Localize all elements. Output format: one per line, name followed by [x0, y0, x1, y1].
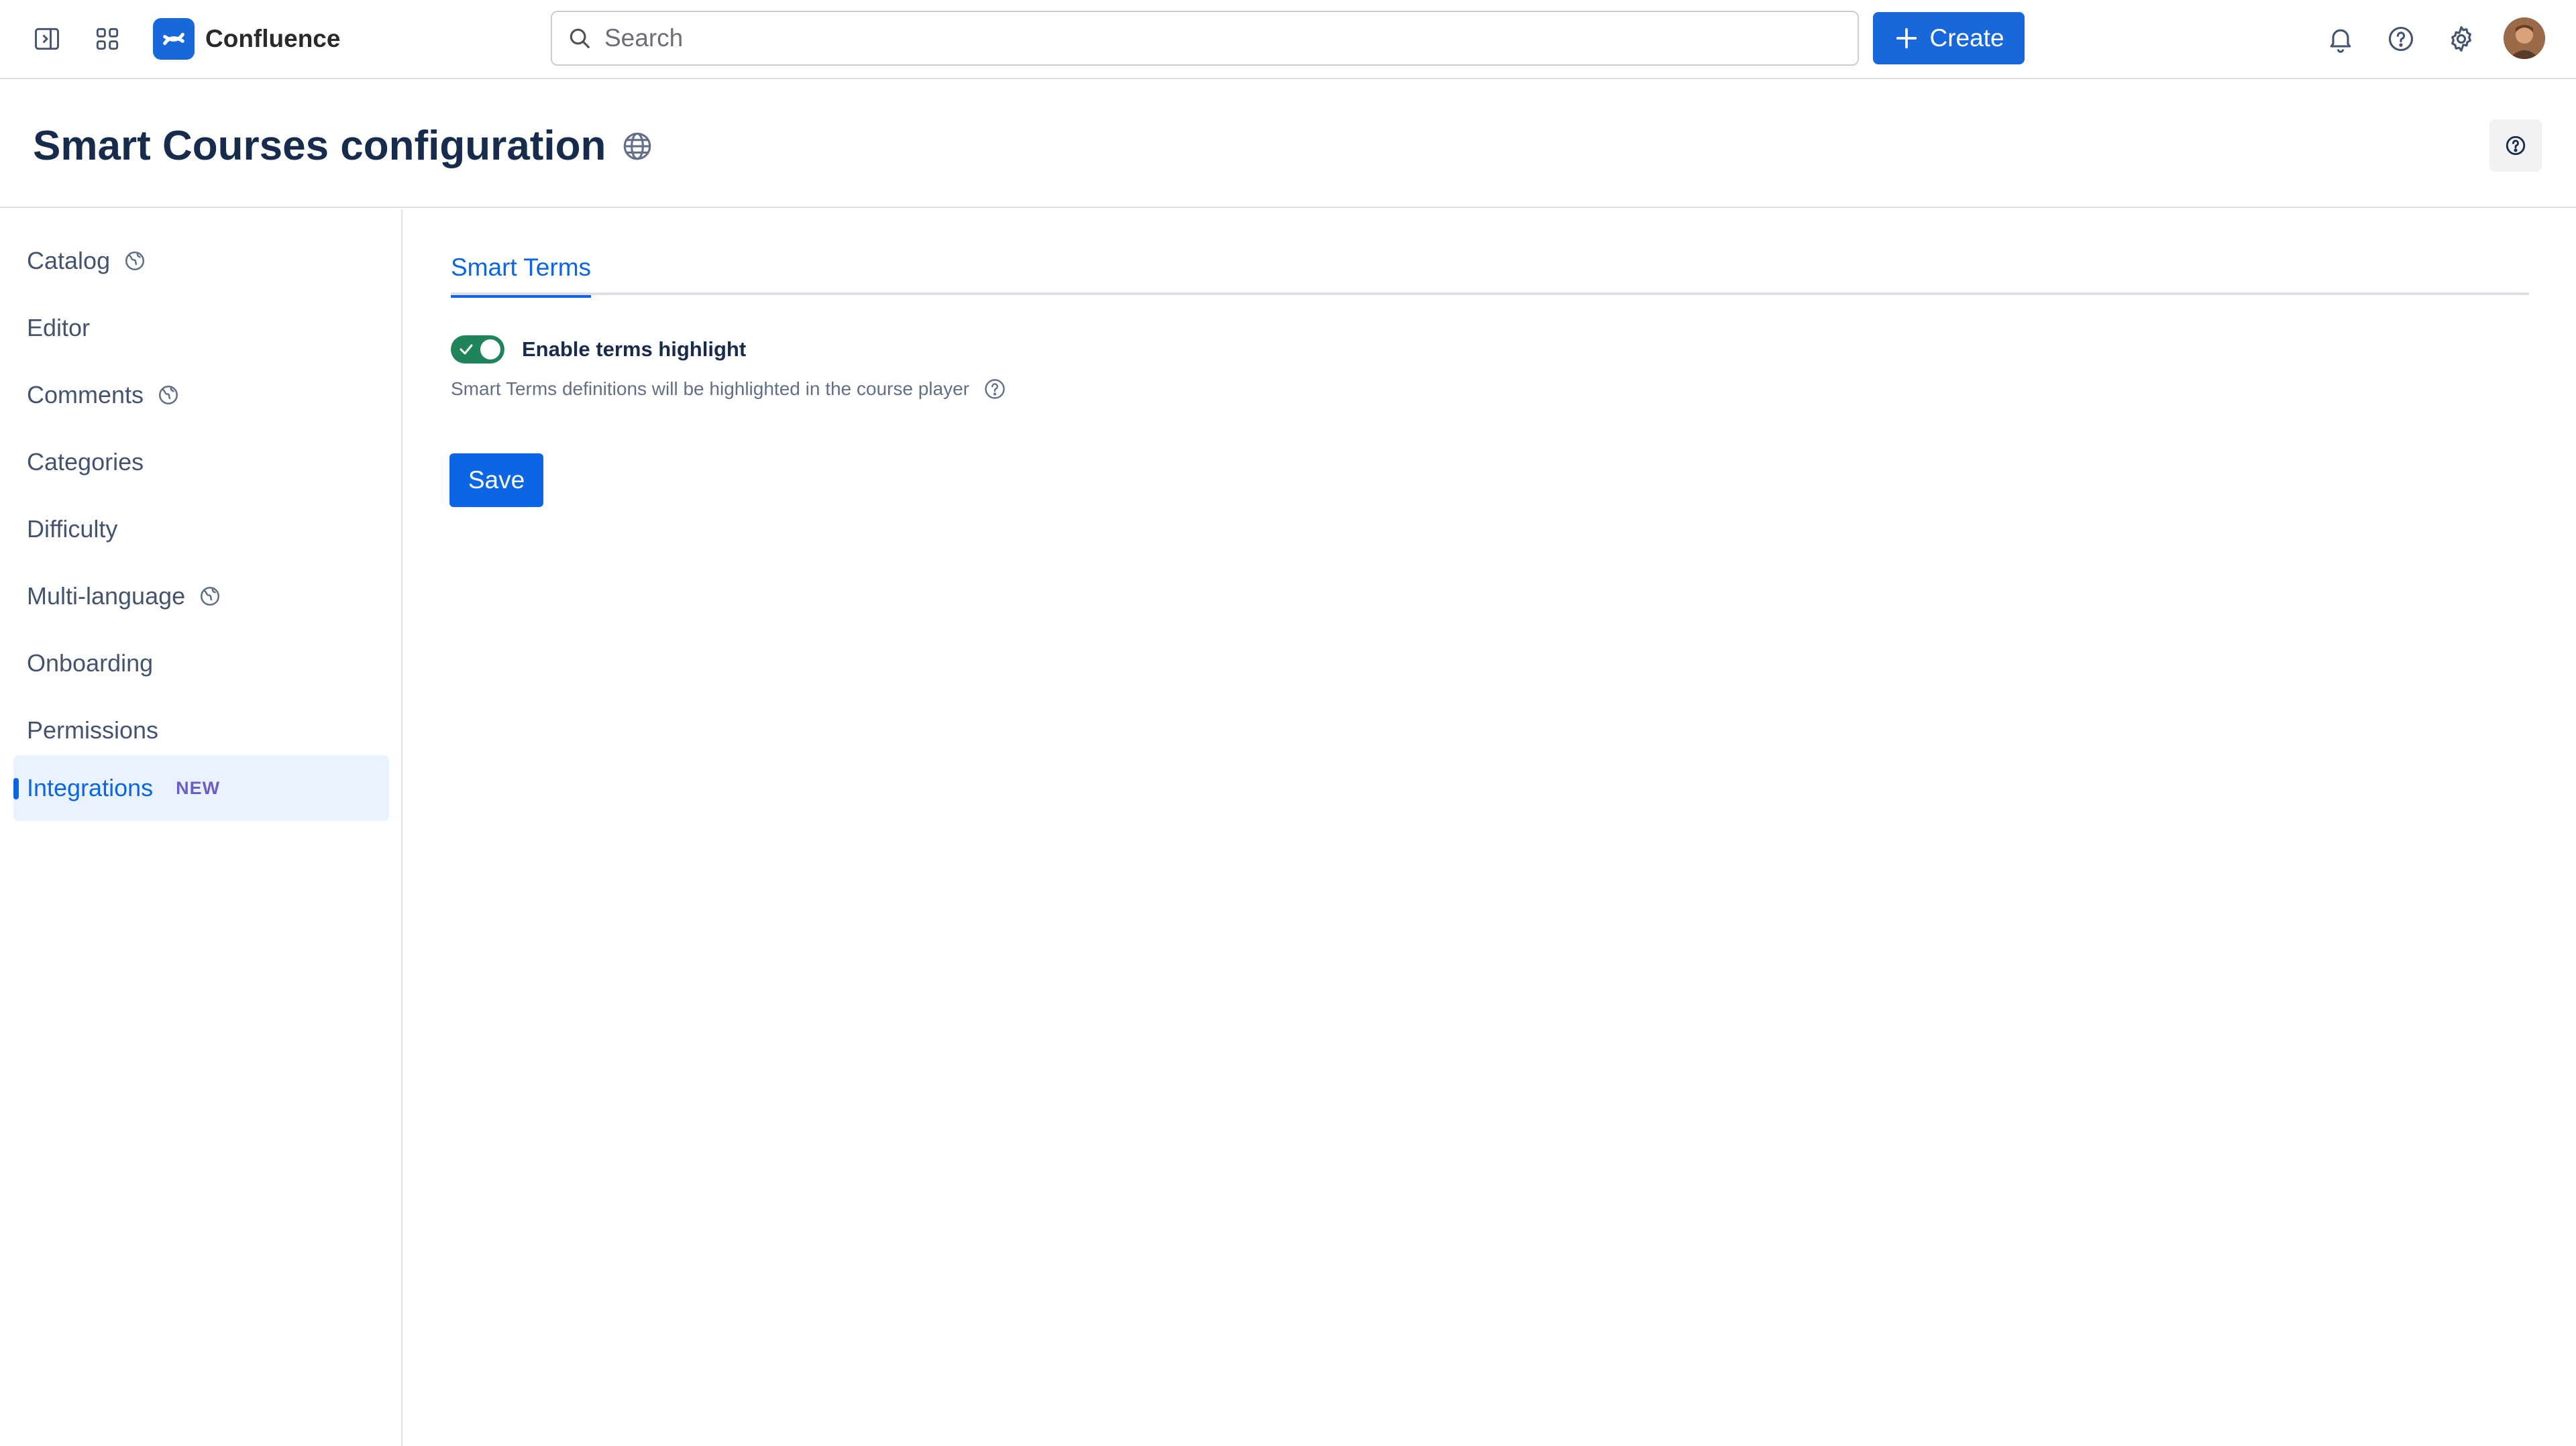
sidebar-item-integrations[interactable]: Integrations NEW [13, 755, 389, 821]
page-title: Smart Courses configuration [33, 122, 654, 170]
sidebar-item-label: Editor [27, 314, 91, 341]
plus-icon [1896, 27, 1917, 49]
sidebar-item-label: Multi-language [27, 582, 186, 610]
toggle-knob [480, 339, 500, 359]
sidebar-item-comments[interactable]: Comments [13, 362, 389, 428]
brand-home-link[interactable]: Confluence [153, 18, 340, 60]
sidebar-item-onboarding[interactable]: Onboarding [13, 630, 389, 696]
settings-sidebar: Catalog Editor Comments Categories Diffi… [0, 209, 402, 1446]
globe-icon [624, 132, 651, 160]
sidebar-toggle-icon [35, 27, 59, 50]
settings-button[interactable] [2438, 15, 2485, 62]
sidebar-item-label: Onboarding [27, 649, 154, 677]
globe-icon [201, 586, 220, 606]
app-switcher-icon [96, 27, 119, 50]
new-badge: NEW [176, 777, 221, 798]
page-header: Smart Courses configuration [0, 80, 2576, 208]
terms-highlight-setting: Enable terms highlight [451, 335, 746, 364]
gear-icon [2451, 26, 2471, 52]
create-button-label: Create [1929, 24, 2004, 52]
notifications-button[interactable] [2317, 15, 2364, 62]
search-input[interactable] [604, 24, 1745, 52]
search-box[interactable] [551, 11, 1859, 66]
sidebar-item-catalog[interactable]: Catalog [13, 228, 389, 294]
search-icon [570, 28, 590, 49]
help-icon [2388, 26, 2414, 52]
sidebar-item-label: Permissions [27, 716, 159, 744]
sidebar-item-label: Categories [27, 448, 144, 476]
avatar-image [2504, 17, 2545, 59]
create-button[interactable]: Create [1873, 12, 2025, 64]
sidebar-toggle-button[interactable] [23, 15, 70, 62]
page-title-text: Smart Courses configuration [33, 123, 606, 169]
sidebar-item-permissions[interactable]: Permissions [13, 698, 389, 763]
brand-name: Confluence [205, 25, 341, 52]
sidebar-item-categories[interactable]: Categories [13, 429, 389, 495]
check-icon [460, 344, 473, 355]
globe-icon [159, 385, 178, 405]
app-switcher-button[interactable] [84, 15, 131, 62]
description-text: Smart Terms definitions will be highligh… [451, 378, 969, 399]
confluence-logo-icon [153, 18, 195, 60]
help-icon[interactable] [983, 377, 1007, 401]
page-help-button[interactable] [2489, 119, 2542, 172]
help-button[interactable] [2377, 15, 2424, 62]
sidebar-item-label: Comments [27, 381, 144, 408]
terms-highlight-description: Smart Terms definitions will be highligh… [451, 377, 1007, 401]
bell-icon [2330, 29, 2351, 53]
globe-icon [125, 251, 145, 271]
sidebar-item-label: Catalog [27, 247, 111, 274]
toggle-label: Enable terms highlight [522, 337, 747, 361]
help-icon [2506, 135, 2526, 156]
save-button[interactable]: Save [449, 453, 543, 507]
sidebar-item-editor[interactable]: Editor [13, 295, 389, 361]
enable-terms-highlight-toggle[interactable] [451, 335, 504, 364]
tab-list: Smart Terms [451, 254, 2529, 298]
sidebar-item-difficulty[interactable]: Difficulty [13, 496, 389, 562]
sidebar-item-label: Difficulty [27, 515, 118, 543]
tab-smart-terms[interactable]: Smart Terms [451, 254, 592, 298]
user-avatar[interactable] [2504, 17, 2545, 59]
sidebar-item-label: Integrations [27, 774, 154, 801]
sidebar-item-multi-language[interactable]: Multi-language [13, 563, 389, 629]
top-navigation: Confluence Create [0, 0, 2576, 79]
